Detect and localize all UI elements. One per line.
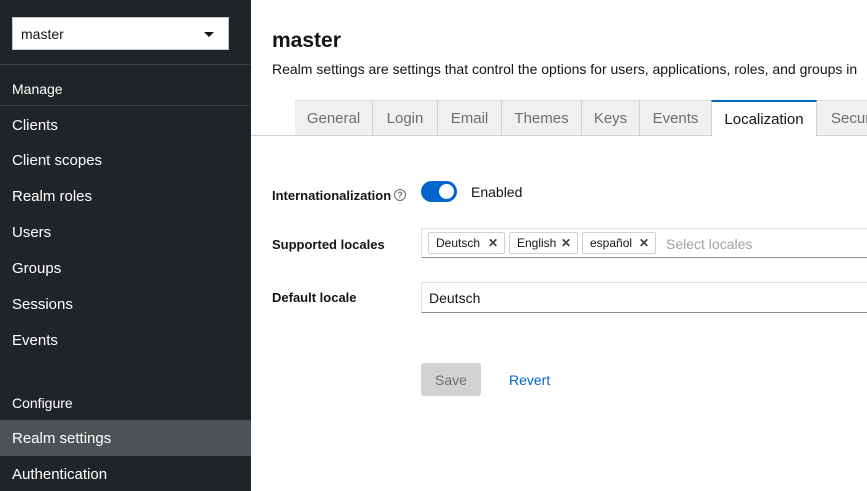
supported-locales-placeholder[interactable]: Select locales: [666, 236, 752, 252]
sidebar-item-realm-settings[interactable]: Realm settings: [0, 420, 251, 456]
tab-label: Login: [386, 109, 424, 127]
chip-label: Deutsch: [436, 236, 481, 250]
sidebar-item-label: Groups: [12, 259, 62, 277]
tab-label: Events: [652, 109, 699, 127]
sidebar-item-label: Realm settings: [12, 429, 112, 447]
page-title: master: [272, 29, 341, 52]
sidebar-divider: [0, 64, 251, 65]
tab-label: Secur: [831, 109, 867, 127]
sidebar-item-events[interactable]: Events: [0, 322, 251, 358]
tab-localization[interactable]: Localization: [711, 100, 817, 136]
sidebar-item-label: Realm roles: [12, 187, 93, 205]
caret-down-icon: [204, 32, 214, 37]
switch-knob: [439, 184, 454, 199]
tab-label: General: [306, 109, 361, 127]
internationalization-switch[interactable]: [421, 181, 457, 202]
sidebar-item-authentication[interactable]: Authentication: [0, 456, 251, 491]
supported-locales-label: Supported locales: [272, 237, 385, 252]
sidebar-section-manage: Manage: [12, 81, 63, 97]
default-locale-select[interactable]: Deutsch: [421, 282, 867, 313]
close-icon[interactable]: ✕: [561, 236, 571, 250]
sidebar-item-label: Clients: [12, 116, 58, 134]
sidebar-item-client-scopes[interactable]: Client scopes: [0, 142, 251, 178]
sidebar-section-configure: Configure: [12, 395, 73, 411]
sidebar-item-label: Users: [12, 223, 52, 241]
tab-events[interactable]: Events: [640, 100, 712, 135]
tab-general[interactable]: General: [295, 100, 373, 135]
internationalization-label: Internationalization: [272, 188, 392, 203]
close-icon[interactable]: ✕: [488, 236, 498, 250]
close-icon[interactable]: ✕: [639, 236, 649, 250]
default-locale-value: Deutsch: [429, 289, 481, 306]
tab-keys[interactable]: Keys: [582, 100, 640, 135]
chip-label: English: [517, 236, 557, 250]
tab-themes[interactable]: Themes: [502, 100, 582, 135]
tab-label: Localization: [724, 110, 804, 128]
supported-locales-select[interactable]: Deutsch ✕ English ✕ español ✕ Select loc…: [421, 228, 867, 258]
realm-settings-tabs: General Login Email Themes Keys Events L…: [251, 100, 867, 136]
tab-email[interactable]: Email: [438, 100, 502, 135]
realm-selector-value: master: [21, 25, 64, 42]
locale-chip-espanol: español ✕: [582, 232, 656, 254]
sidebar-item-label: Sessions: [12, 295, 73, 313]
sidebar-item-label: Authentication: [12, 465, 108, 483]
chip-label: español: [590, 236, 633, 250]
tab-label: Email: [450, 109, 489, 127]
sidebar-item-groups[interactable]: Groups: [0, 250, 251, 286]
sidebar-item-label: Events: [12, 331, 58, 349]
sidebar-item-users[interactable]: Users: [0, 214, 251, 250]
internationalization-state: Enabled: [471, 184, 523, 200]
sidebar: master Manage Clients Client scopes Real…: [0, 0, 251, 491]
locale-chip-english: English ✕: [509, 232, 578, 254]
sidebar-item-realm-roles[interactable]: Realm roles: [0, 178, 251, 214]
save-button[interactable]: Save: [421, 363, 481, 396]
tab-label: Keys: [593, 109, 628, 127]
sidebar-item-label: Client scopes: [12, 151, 103, 169]
default-locale-label: Default locale: [272, 290, 357, 305]
sidebar-divider: [0, 105, 251, 106]
revert-button[interactable]: Revert: [509, 372, 550, 388]
tab-security[interactable]: Secur: [817, 100, 867, 135]
locale-chip-deutsch: Deutsch ✕: [428, 232, 505, 254]
sidebar-item-sessions[interactable]: Sessions: [0, 286, 251, 322]
main-content: master Realm settings are settings that …: [251, 0, 867, 491]
tab-label: Themes: [514, 109, 569, 127]
sidebar-item-clients[interactable]: Clients: [0, 107, 251, 143]
realm-selector[interactable]: master: [12, 17, 229, 50]
page-description: Realm settings are settings that control…: [272, 61, 858, 77]
tab-login[interactable]: Login: [373, 100, 438, 135]
help-circle-icon[interactable]: ?: [394, 189, 406, 201]
